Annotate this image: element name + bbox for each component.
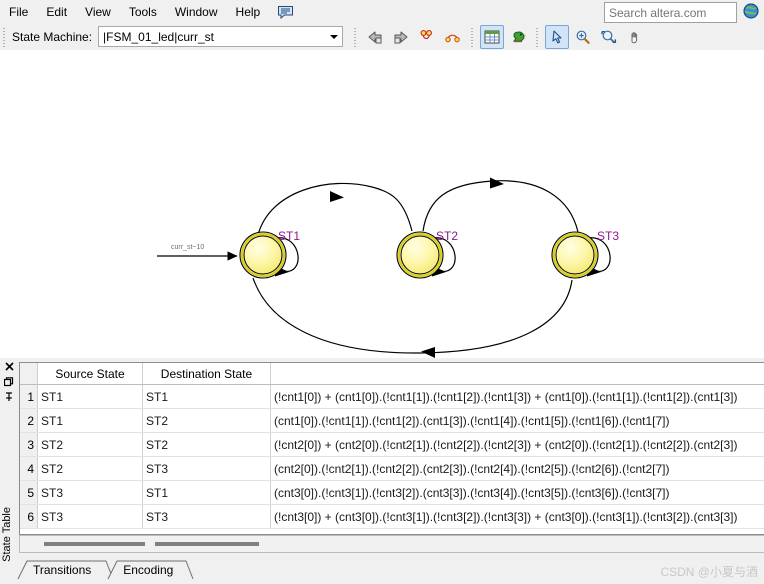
cell-condition[interactable]: (!cnt3[0]) + (cnt3[0]).(!cnt3[1]).(!cnt3… xyxy=(270,504,764,529)
cell-condition[interactable]: (cnt1[0]).(!cnt1[1]).(!cnt1[2]).(cnt1[3]… xyxy=(270,408,764,433)
toolbar-separator-3 xyxy=(535,26,541,47)
cell-condition[interactable]: (cnt2[0]).(!cnt2[1]).(!cnt2[2]).(cnt2[3]… xyxy=(270,456,764,481)
transition-st2-st3[interactable] xyxy=(422,180,579,233)
row-number: 2 xyxy=(20,408,38,433)
state-table-container[interactable]: Source State Destination State 1 ST1 ST1… xyxy=(19,362,764,535)
transition-st3-st1[interactable] xyxy=(252,277,573,354)
panel-title: State Table xyxy=(1,507,13,562)
back-icon[interactable] xyxy=(363,25,387,49)
table-row[interactable]: 5 ST3 ST1 (cnt3[0]).(!cnt3[1]).(!cnt3[2]… xyxy=(20,480,764,505)
state-machine-label: State Machine: xyxy=(12,29,93,44)
cell-destination-state[interactable]: ST2 xyxy=(142,408,271,433)
arrowhead-st1-st2 xyxy=(330,191,344,202)
row-number: 4 xyxy=(20,456,38,481)
column-header-condition[interactable] xyxy=(270,363,764,385)
row-number: 6 xyxy=(20,504,38,529)
row-number-header xyxy=(20,363,38,385)
panel-tabstrip: Transitions Encoding xyxy=(17,554,764,580)
state-label-st2: ST2 xyxy=(436,229,458,243)
panel-gutter: State Table xyxy=(0,358,18,584)
menu-bar: File Edit View Tools Window Help xyxy=(0,0,764,23)
transition-st1-st2[interactable] xyxy=(257,182,413,236)
table-row[interactable]: 6 ST3 ST3 (!cnt3[0]) + (cnt3[0]).(!cnt3[… xyxy=(20,504,764,529)
menu-item-window[interactable]: Window xyxy=(166,2,227,22)
table-row[interactable]: 2 ST1 ST2 (cnt1[0]).(!cnt1[1]).(!cnt1[2]… xyxy=(20,408,764,433)
state-diagram-canvas[interactable]: curr_st~10 ST1 ST2 ST3 xyxy=(0,50,764,358)
bird-view-icon[interactable] xyxy=(506,25,530,49)
tab-transitions[interactable]: Transitions xyxy=(17,560,114,580)
toolbar: State Machine: |FSM_01_led|curr_st xyxy=(0,23,764,51)
state-diagram[interactable]: curr_st~10 ST1 ST2 ST3 xyxy=(0,50,764,358)
cell-condition[interactable]: (!cnt1[0]) + (cnt1[0]).(!cnt1[1]).(!cnt1… xyxy=(270,384,764,409)
close-icon[interactable] xyxy=(3,360,16,373)
quartus-state-machine-viewer: File Edit View Tools Window Help State M… xyxy=(0,0,764,584)
zoom-box-icon[interactable] xyxy=(597,25,621,49)
search-field[interactable] xyxy=(604,2,737,23)
find-connection-icon[interactable] xyxy=(441,25,465,49)
state-machine-value: |FSM_01_led|curr_st xyxy=(103,29,214,44)
tab-encoding-label: Encoding xyxy=(123,563,174,577)
state-machine-combo[interactable]: |FSM_01_led|curr_st xyxy=(98,26,344,47)
column-header-source-state[interactable]: Source State xyxy=(37,363,143,385)
toolbar-grip[interactable] xyxy=(2,26,7,47)
row-number: 1 xyxy=(20,384,38,409)
tab-encoding[interactable]: Encoding xyxy=(107,560,194,580)
cell-source-state[interactable]: ST1 xyxy=(37,408,143,433)
table-row[interactable]: 3 ST2 ST2 (!cnt2[0]) + (cnt2[0]).(!cnt2[… xyxy=(20,432,764,457)
menu-item-file[interactable]: File xyxy=(0,2,37,22)
search-input[interactable] xyxy=(605,3,736,22)
restore-icon[interactable] xyxy=(3,375,16,388)
cell-source-state[interactable]: ST2 xyxy=(37,456,143,481)
cell-source-state[interactable]: ST1 xyxy=(37,384,143,409)
pin-icon[interactable] xyxy=(3,390,16,403)
menu-item-tools[interactable]: Tools xyxy=(120,2,166,22)
cell-source-state[interactable]: ST2 xyxy=(37,432,143,457)
globe-icon[interactable] xyxy=(742,2,760,20)
speech-balloon-icon[interactable] xyxy=(275,4,295,20)
cell-condition[interactable]: (!cnt2[0]) + (cnt2[0]).(!cnt2[1]).(!cnt2… xyxy=(270,432,764,457)
selection-tool-icon[interactable] xyxy=(545,24,570,49)
menu-item-view[interactable]: View xyxy=(76,2,120,22)
table-header-row: Source State Destination State xyxy=(20,363,764,385)
cell-destination-state[interactable]: ST3 xyxy=(142,504,271,529)
state-label-st3: ST3 xyxy=(597,229,619,243)
cell-source-state[interactable]: ST3 xyxy=(37,504,143,529)
row-number: 3 xyxy=(20,432,38,457)
chevron-down-icon[interactable] xyxy=(325,28,342,45)
find-node-icon[interactable] xyxy=(415,25,439,49)
state-table-icon[interactable] xyxy=(480,24,505,49)
forward-icon[interactable] xyxy=(389,25,413,49)
tab-transitions-label: Transitions xyxy=(33,563,92,577)
arrowhead-st2-st3 xyxy=(490,177,504,189)
cell-destination-state[interactable]: ST3 xyxy=(142,456,271,481)
cell-destination-state[interactable]: ST1 xyxy=(142,480,271,505)
horizontal-scrollbar[interactable] xyxy=(19,535,764,553)
cell-destination-state[interactable]: ST2 xyxy=(142,432,271,457)
row-number: 5 xyxy=(20,480,38,505)
hand-tool-icon[interactable] xyxy=(623,25,647,49)
cell-destination-state[interactable]: ST1 xyxy=(142,384,271,409)
entry-transition[interactable]: curr_st~10 xyxy=(157,244,238,261)
toolbar-separator-2 xyxy=(470,26,476,47)
state-label-st1: ST1 xyxy=(278,229,300,243)
entry-transition-label: curr_st~10 xyxy=(171,244,204,251)
column-header-destination-state[interactable]: Destination State xyxy=(142,363,271,385)
table-row[interactable]: 4 ST2 ST3 (cnt2[0]).(!cnt2[1]).(!cnt2[2]… xyxy=(20,456,764,481)
column-resize-handle-1[interactable] xyxy=(44,542,145,546)
zoom-in-icon[interactable] xyxy=(571,25,595,49)
state-table: Source State Destination State 1 ST1 ST1… xyxy=(20,363,764,529)
menu-item-help[interactable]: Help xyxy=(227,2,270,22)
cell-source-state[interactable]: ST3 xyxy=(37,480,143,505)
toolbar-separator-1 xyxy=(353,26,359,47)
menu-item-edit[interactable]: Edit xyxy=(37,2,76,22)
table-row[interactable]: 1 ST1 ST1 (!cnt1[0]) + (cnt1[0]).(!cnt1[… xyxy=(20,384,764,409)
cell-condition[interactable]: (cnt3[0]).(!cnt3[1]).(!cnt3[2]).(cnt3[3]… xyxy=(270,480,764,505)
column-resize-handle-2[interactable] xyxy=(155,542,259,546)
state-table-panel: State Table Source State Destination Sta… xyxy=(0,358,764,584)
